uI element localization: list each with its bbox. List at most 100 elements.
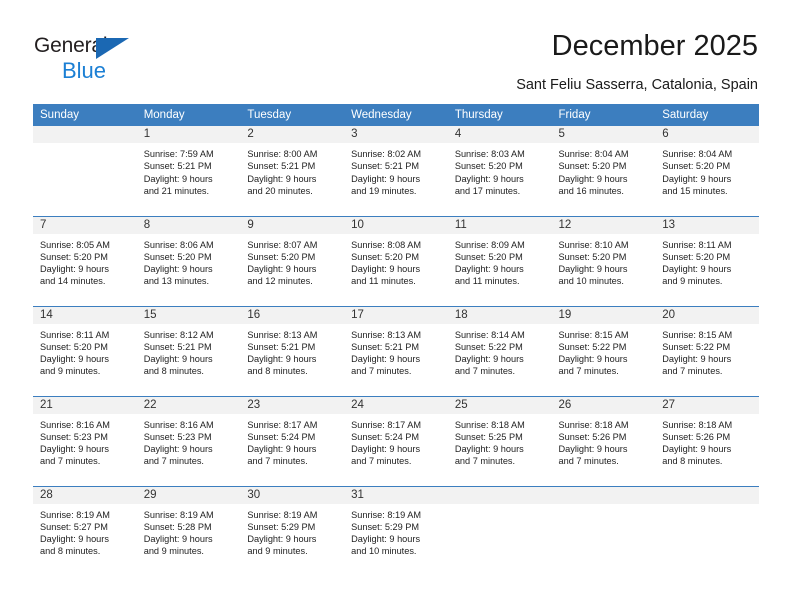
calendar-day-cell[interactable]: 24 Sunrise: 8:17 AM Sunset: 5:24 PM Dayligh…	[344, 395, 448, 486]
day-sunrise-text: Sunrise: 8:08 AM	[351, 239, 422, 250]
calendar-day-cell[interactable]: 1 Sunrise: 7:59 AM Sunset: 5:21 PM Daylight…	[136, 126, 241, 216]
day-sunset-text: Sunset: 5:26 PM	[558, 431, 627, 442]
calendar-day-cell[interactable]: 14 Sunrise: 8:11 AM Sunset: 5:20 PM Dayligh…	[33, 305, 137, 396]
day-sunrise-text: Sunrise: 8:11 AM	[40, 329, 110, 340]
calendar-cell-empty	[551, 485, 656, 576]
calendar-week-row: 21 Sunrise: 8:16 AM Sunset: 5:23 PM Dayligh…	[33, 395, 759, 486]
weekday-header-tuesday: Tuesday	[240, 104, 345, 126]
logo-triangle-icon	[96, 38, 129, 59]
calendar-day-cell[interactable]: 16 Sunrise: 8:13 AM Sunset: 5:21 PM Dayligh…	[240, 305, 345, 396]
day-daylight-line2-text: and 17 minutes.	[454, 185, 521, 196]
day-number	[655, 486, 759, 504]
calendar-day-cell[interactable]: 10 Sunrise: 8:08 AM Sunset: 5:20 PM Dayligh…	[344, 215, 448, 306]
calendar-day-cell[interactable]: 25 Sunrise: 8:18 AM Sunset: 5:25 PM Dayligh…	[447, 395, 552, 486]
calendar-body: 1 Sunrise: 7:59 AM Sunset: 5:21 PM Daylight…	[33, 126, 759, 576]
day-sunrise-text: Sunrise: 8:13 AM	[351, 329, 422, 340]
calendar-day-cell[interactable]: 17 Sunrise: 8:13 AM Sunset: 5:21 PM Dayligh…	[344, 305, 448, 396]
calendar-page: General Blue December 2025 Sant Feliu Sa…	[0, 0, 792, 612]
calendar-day-cell[interactable]: 26 Sunrise: 8:18 AM Sunset: 5:26 PM Dayligh…	[551, 395, 656, 486]
day-daylight-line1-text: Daylight: 9 hours	[558, 444, 628, 455]
day-daylight-line2-text: and 8 minutes.	[247, 366, 308, 377]
day-sunset-text: Sunset: 5:20 PM	[662, 251, 731, 262]
day-number: 18	[447, 306, 552, 324]
calendar-day-cell[interactable]: 18 Sunrise: 8:14 AM Sunset: 5:22 PM Dayligh…	[447, 305, 552, 396]
day-daylight-line1-text: Daylight: 9 hours	[247, 534, 317, 545]
calendar-day-cell[interactable]: 3 Sunrise: 8:02 AM Sunset: 5:21 PM Daylight…	[344, 126, 448, 216]
day-sun-info: Sunrise: 8:13 AM Sunset: 5:21 PM Daylight:…	[240, 324, 344, 378]
calendar-day-cell[interactable]: 7 Sunrise: 8:05 AM Sunset: 5:20 PM Daylight…	[33, 215, 137, 306]
day-sunset-text: Sunset: 5:25 PM	[454, 431, 523, 442]
day-daylight-line1-text: Daylight: 9 hours	[351, 264, 421, 275]
day-daylight-line2-text: and 9 minutes.	[662, 276, 723, 287]
calendar-day-cell[interactable]: 19 Sunrise: 8:15 AM Sunset: 5:22 PM Dayligh…	[551, 305, 656, 396]
day-sunrise-text: Sunrise: 8:07 AM	[247, 239, 318, 250]
calendar-day-cell[interactable]: 13 Sunrise: 8:11 AM Sunset: 5:20 PM Dayligh…	[655, 215, 759, 306]
calendar-day-cell[interactable]: 31 Sunrise: 8:19 AM Sunset: 5:29 PM Dayligh…	[344, 485, 448, 576]
logo-word-general: General	[34, 34, 108, 57]
day-sunrise-text: Sunrise: 8:18 AM	[558, 419, 629, 430]
day-sunrise-text: Sunrise: 8:15 AM	[558, 329, 629, 340]
weekday-header-thursday: Thursday	[447, 104, 552, 126]
day-sunrise-text: Sunrise: 8:12 AM	[143, 329, 214, 340]
calendar-day-cell[interactable]: 22 Sunrise: 8:16 AM Sunset: 5:23 PM Dayligh…	[136, 395, 241, 486]
day-daylight-line2-text: and 16 minutes.	[558, 185, 624, 196]
day-number: 3	[344, 126, 448, 143]
day-sun-info: Sunrise: 8:19 AM Sunset: 5:29 PM Daylight:…	[240, 504, 344, 558]
day-number: 24	[344, 396, 448, 414]
day-number: 28	[33, 486, 137, 504]
calendar-day-cell[interactable]: 8 Sunrise: 8:06 AM Sunset: 5:20 PM Daylight…	[136, 215, 241, 306]
day-number: 23	[240, 396, 345, 414]
day-daylight-line1-text: Daylight: 9 hours	[351, 534, 421, 545]
day-sun-info: Sunrise: 8:00 AM Sunset: 5:21 PM Daylight:…	[240, 143, 344, 197]
day-daylight-line2-text: and 9 minutes.	[143, 546, 204, 557]
calendar-day-cell[interactable]: 29 Sunrise: 8:19 AM Sunset: 5:28 PM Dayligh…	[136, 485, 241, 576]
calendar-day-cell[interactable]: 21 Sunrise: 8:16 AM Sunset: 5:23 PM Dayligh…	[33, 395, 137, 486]
day-number: 16	[240, 306, 345, 324]
day-sunrise-text: Sunrise: 8:06 AM	[143, 239, 214, 250]
calendar-day-cell[interactable]: 2 Sunrise: 8:00 AM Sunset: 5:21 PM Daylight…	[240, 126, 345, 216]
day-sun-info: Sunrise: 8:11 AM Sunset: 5:20 PM Daylight:…	[33, 324, 137, 378]
day-sunset-text: Sunset: 5:20 PM	[662, 161, 731, 172]
day-sunset-text: Sunset: 5:20 PM	[40, 251, 108, 262]
day-number: 6	[655, 126, 759, 143]
day-sun-info: Sunrise: 8:19 AM Sunset: 5:27 PM Daylight:…	[33, 504, 137, 558]
day-daylight-line1-text: Daylight: 9 hours	[351, 173, 421, 184]
calendar-day-cell[interactable]: 27 Sunrise: 8:18 AM Sunset: 5:26 PM Dayligh…	[655, 395, 759, 486]
calendar-day-cell[interactable]: 15 Sunrise: 8:12 AM Sunset: 5:21 PM Dayligh…	[136, 305, 241, 396]
day-sunset-text: Sunset: 5:21 PM	[247, 341, 316, 352]
day-sunset-text: Sunset: 5:22 PM	[558, 341, 627, 352]
day-number	[33, 126, 137, 143]
calendar-day-cell[interactable]: 20 Sunrise: 8:15 AM Sunset: 5:22 PM Dayligh…	[655, 305, 759, 396]
day-daylight-line1-text: Daylight: 9 hours	[351, 354, 421, 365]
day-sun-info: Sunrise: 8:09 AM Sunset: 5:20 PM Daylight:…	[448, 234, 552, 288]
day-sunrise-text: Sunrise: 8:16 AM	[143, 419, 214, 430]
day-sun-info: Sunrise: 8:19 AM Sunset: 5:29 PM Daylight:…	[344, 504, 448, 558]
calendar-day-cell[interactable]: 11 Sunrise: 8:09 AM Sunset: 5:20 PM Dayligh…	[447, 215, 552, 306]
day-daylight-line2-text: and 7 minutes.	[662, 366, 723, 377]
calendar-day-cell[interactable]: 4 Sunrise: 8:03 AM Sunset: 5:20 PM Daylight…	[447, 126, 552, 216]
day-daylight-line2-text: and 9 minutes.	[247, 546, 308, 557]
day-sunrise-text: Sunrise: 7:59 AM	[143, 149, 214, 159]
day-sunset-text: Sunset: 5:22 PM	[662, 341, 731, 352]
calendar-day-cell[interactable]: 12 Sunrise: 8:10 AM Sunset: 5:20 PM Dayligh…	[551, 215, 656, 306]
day-daylight-line2-text: and 7 minutes.	[40, 456, 101, 467]
calendar-cell-empty	[33, 126, 137, 216]
weekday-header-saturday: Saturday	[655, 104, 759, 126]
calendar-day-cell[interactable]: 9 Sunrise: 8:07 AM Sunset: 5:20 PM Daylight…	[240, 215, 345, 306]
day-daylight-line2-text: and 10 minutes.	[351, 546, 417, 557]
page-title: December 2025	[551, 30, 758, 62]
day-daylight-line1-text: Daylight: 9 hours	[558, 354, 628, 365]
day-sunrise-text: Sunrise: 8:11 AM	[662, 239, 732, 250]
calendar-day-cell[interactable]: 23 Sunrise: 8:17 AM Sunset: 5:24 PM Dayligh…	[240, 395, 345, 486]
calendar-day-cell[interactable]: 6 Sunrise: 8:04 AM Sunset: 5:20 PM Daylight…	[655, 126, 759, 216]
calendar-day-cell[interactable]: 30 Sunrise: 8:19 AM Sunset: 5:29 PM Dayligh…	[240, 485, 345, 576]
calendar-day-cell[interactable]: 28 Sunrise: 8:19 AM Sunset: 5:27 PM Dayligh…	[33, 485, 137, 576]
day-sunrise-text: Sunrise: 8:10 AM	[558, 239, 629, 250]
day-number: 11	[447, 216, 552, 234]
day-number: 25	[447, 396, 552, 414]
day-sun-info: Sunrise: 8:14 AM Sunset: 5:22 PM Daylight:…	[448, 324, 552, 378]
day-number: 29	[136, 486, 241, 504]
day-sunrise-text: Sunrise: 8:09 AM	[454, 239, 525, 250]
day-daylight-line1-text: Daylight: 9 hours	[247, 264, 317, 275]
calendar-day-cell[interactable]: 5 Sunrise: 8:04 AM Sunset: 5:20 PM Daylight…	[551, 126, 656, 216]
